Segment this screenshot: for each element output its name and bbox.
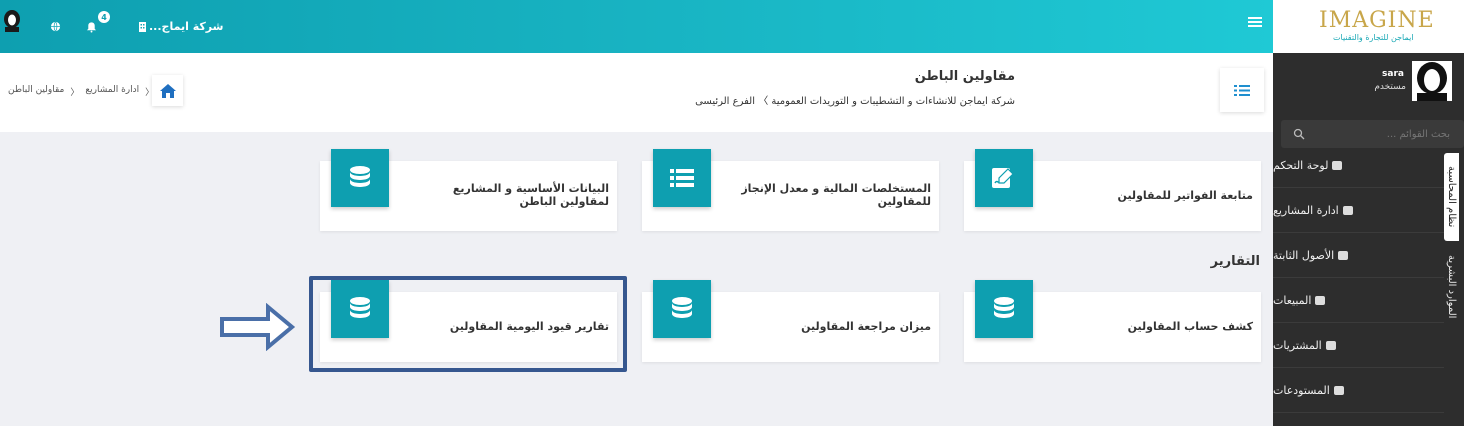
- logo[interactable]: IMAGINE ايماجن للتجارة والتقنيات: [1273, 0, 1464, 53]
- user-role: مستخدم: [1374, 82, 1406, 92]
- logo-subtitle: ايماجن للتجارة والتقنيات: [1333, 33, 1414, 42]
- card-basic-data[interactable]: البيانات الأساسية و المشاريع لمقاولين ال…: [320, 149, 617, 231]
- handshake-icon: [1342, 205, 1353, 215]
- globe-icon[interactable]: [50, 0, 61, 53]
- logo-text: IMAGINE: [1319, 8, 1435, 33]
- truck-icon: [1315, 295, 1326, 305]
- highlight-box: [309, 276, 627, 372]
- sidebar-item-label: المستودعات: [1273, 383, 1330, 397]
- card-tile: [653, 149, 711, 207]
- card-label: البيانات الأساسية و المشاريع لمقاولين ال…: [452, 182, 609, 208]
- chevron-left-icon: 〉: [145, 88, 155, 98]
- card-tile: [331, 149, 389, 207]
- home-icon: [159, 83, 176, 98]
- tab-accounting[interactable]: نظام المحاسبة: [1444, 153, 1459, 241]
- sidebar-item-label: لوحة التحكم: [1273, 158, 1329, 172]
- warehouse-icon: [1333, 385, 1344, 395]
- database-icon: [672, 297, 692, 318]
- notification-badge: 4: [98, 11, 110, 23]
- database-icon: [350, 166, 370, 187]
- invoice-edit-icon: [992, 168, 1014, 188]
- company-name: شركة ايماج...: [149, 20, 224, 33]
- reports-section-title: التقارير: [1210, 254, 1260, 269]
- sidebar-item-projects[interactable]: ادارة المشاريع: [1273, 188, 1444, 233]
- breadcrumb-current: مقاولين الباطن: [8, 85, 65, 95]
- sidebar-item-fixed-assets[interactable]: الأصول الثابتة: [1273, 233, 1444, 278]
- sidebar-item-sales[interactable]: المبيعات: [1273, 278, 1444, 323]
- menu-search-input[interactable]: [1300, 128, 1450, 140]
- sidebar-item-dashboard[interactable]: لوحة التحكم: [1273, 143, 1444, 188]
- card-financial-extracts[interactable]: المستخلصات المالية و معدل الإنجاز للمقاو…: [642, 149, 939, 231]
- list-icon: [1234, 84, 1250, 96]
- card-tile: [975, 280, 1033, 338]
- card-contractor-statement[interactable]: كشف حساب المقاولين: [964, 280, 1261, 362]
- chevron-left-icon: 〉: [70, 88, 80, 98]
- sidebar-item-label: المبيعات: [1273, 293, 1312, 307]
- page-subtitle: شركة ايماجن للانشاءات و التشطيبات و التو…: [695, 96, 1015, 107]
- page-header: مقاولين الباطن 〉 ادارة المشاريع 〉 مقاولي…: [0, 53, 1273, 132]
- dashboard-icon: [1332, 160, 1343, 170]
- card-invoice-tracking[interactable]: متابعة الفواتير للمقاولين: [964, 149, 1261, 231]
- card-tile: [653, 280, 711, 338]
- sidebar-menu: لوحة التحكم ادارة المشاريع الأصول الثابت…: [1273, 143, 1444, 413]
- sidebar-item-warehouses[interactable]: المستودعات: [1273, 368, 1444, 413]
- bell-icon[interactable]: [86, 0, 97, 53]
- sidebar-item-label: الأصول الثابتة: [1273, 248, 1335, 262]
- list-menu-button[interactable]: [1220, 68, 1264, 112]
- money-icon: [1325, 340, 1336, 350]
- page-title: مقاولين الباطن: [914, 69, 1015, 84]
- hamburger-menu-icon[interactable]: [1247, 14, 1263, 30]
- sidebar-tabs: نظام المحاسبة الموارد البشرية: [1444, 153, 1464, 327]
- sidebar-item-label: ادارة المشاريع: [1273, 203, 1339, 217]
- user-avatar-icon[interactable]: [1412, 61, 1452, 101]
- list-icon: [670, 169, 694, 187]
- document-icon: [1338, 250, 1349, 260]
- card-label: ميزان مراجعة المقاولين: [801, 319, 931, 333]
- company-switcher[interactable]: شركة ايماج...: [138, 0, 223, 53]
- breadcrumb-link[interactable]: ادارة المشاريع: [85, 85, 139, 98]
- database-icon: [994, 297, 1014, 318]
- user-avatar-icon[interactable]: [2, 10, 22, 32]
- card-label: كشف حساب المقاولين: [1127, 319, 1253, 333]
- tab-hr[interactable]: الموارد البشرية: [1444, 247, 1459, 327]
- sidebar-item-label: المشتريات: [1273, 338, 1322, 352]
- card-label: المستخلصات المالية و معدل الإنجاز للمقاو…: [741, 182, 931, 208]
- user-name: sara: [1382, 69, 1404, 79]
- card-label: متابعة الفواتير للمقاولين: [1117, 188, 1253, 202]
- top-bar: 4 شركة ايماج...: [0, 0, 1273, 53]
- card-trial-balance[interactable]: ميزان مراجعة المقاولين: [642, 280, 939, 362]
- arrow-right-icon: [220, 303, 296, 351]
- breadcrumb: مقاولين الباطن 〉 ادارة المشاريع 〉: [8, 85, 160, 98]
- card-tile: [975, 149, 1033, 207]
- sidebar-item-purchases[interactable]: المشتريات: [1273, 323, 1444, 368]
- building-icon: [139, 21, 146, 32]
- sidebar: sara مستخدم لوحة التحكم ادارة المشاريع ا…: [1273, 53, 1464, 426]
